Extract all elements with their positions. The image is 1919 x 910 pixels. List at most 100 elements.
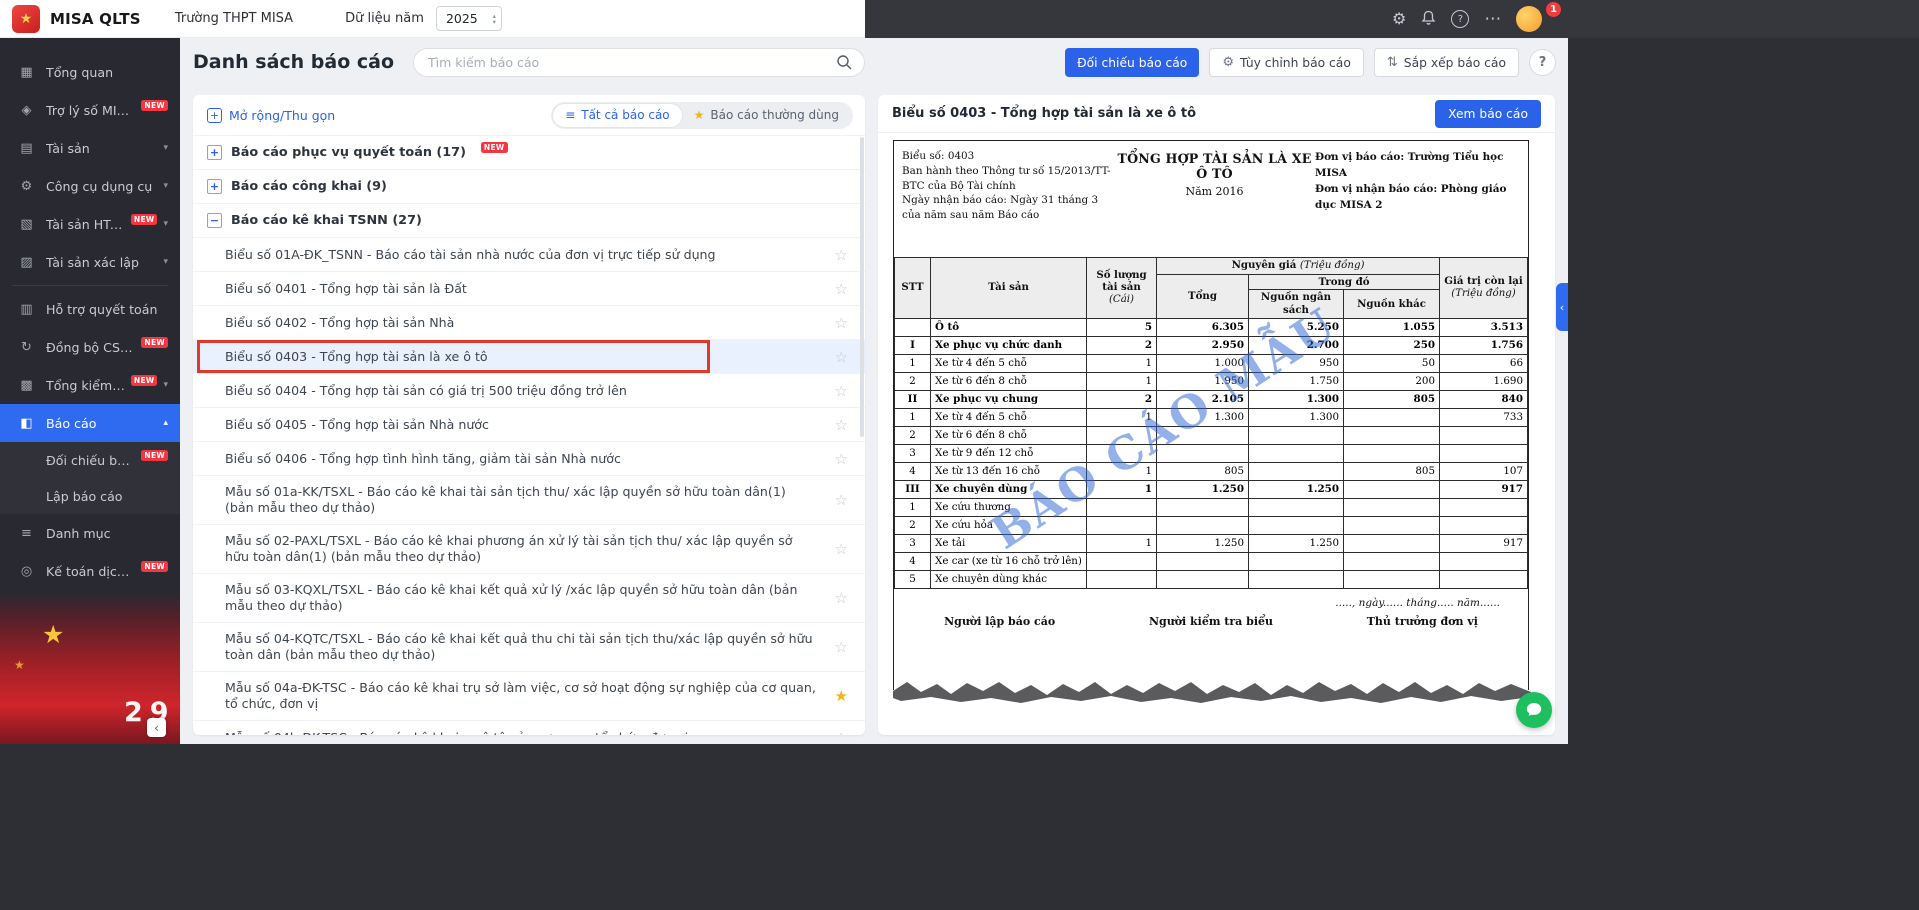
favorite-star-icon[interactable] xyxy=(835,688,848,704)
report-list-item[interactable]: Mẫu số 03-KQXL/TSXL - Báo cáo kê khai kế… xyxy=(193,573,865,622)
favorite-star-icon[interactable] xyxy=(835,383,848,399)
user-avatar[interactable] xyxy=(1516,6,1542,32)
search-icon[interactable] xyxy=(836,54,853,75)
help-icon[interactable] xyxy=(1451,10,1469,28)
header-actions: Đối chiếu báo cáo Tùy chỉnh báo cáo Sắp … xyxy=(1065,48,1556,77)
favorite-star-icon[interactable] xyxy=(835,451,848,467)
sidebar-subitem-lap-bao-cao[interactable]: Lập báo cáo xyxy=(0,478,180,514)
expand-collapse-toggle[interactable]: Mở rộng/Thu gọn xyxy=(207,108,335,123)
sidebar-item-tai-san-xac-lap[interactable]: Tài sản xác lập xyxy=(0,243,180,281)
favorite-star-icon[interactable] xyxy=(835,417,848,433)
favorite-star-icon[interactable] xyxy=(835,730,848,736)
sidebar-item-bao-cao[interactable]: Báo cáo xyxy=(0,404,180,442)
report-header: Biểu số: 0403 Ban hành theo Thông tư số … xyxy=(894,141,1528,223)
report-list-item[interactable]: Mẫu số 04-KQTC/TSXL - Báo cáo kê khai kế… xyxy=(193,622,865,671)
favorite-star-icon[interactable] xyxy=(835,281,848,297)
report-submenu: Đối chiếu báo cáo NEW Lập báo cáo xyxy=(0,442,180,514)
sidebar-item-tong-kiem-ke[interactable]: Tổng kiểm kê NEW xyxy=(0,366,180,404)
search-input[interactable] xyxy=(413,48,865,77)
report-list-item[interactable]: Biểu số 0403 - Tổng hợp tài sản là xe ô … xyxy=(193,339,865,373)
sidebar-item-label: Đối chiếu báo cáo xyxy=(46,453,135,468)
view-report-button[interactable]: Xem báo cáo xyxy=(1435,100,1541,128)
cell-asset: Xe chuyên dùng xyxy=(931,480,1087,498)
cell-remaining-value xyxy=(1440,552,1528,570)
year-selector[interactable]: 2025 xyxy=(436,6,502,31)
favorite-star-icon[interactable] xyxy=(835,315,848,331)
cell-quantity xyxy=(1087,444,1157,462)
expand-plus-icon[interactable] xyxy=(207,145,222,160)
cell-other-source xyxy=(1344,480,1440,498)
favorite-star-icon[interactable] xyxy=(835,349,848,365)
sidebar-item-ke-toan-dich-vu[interactable]: Kế toán dịch vụ NEW xyxy=(0,552,180,590)
report-list-item[interactable]: Mẫu số 04a-ĐK-TSC - Báo cáo kê khai trụ … xyxy=(193,671,865,720)
report-list-item[interactable]: Mẫu số 01a-KK/TSXL - Báo cáo kê khai tài… xyxy=(193,475,865,524)
panel-collapse-handle[interactable] xyxy=(1556,283,1568,331)
report-table-row: 2 Xe từ 6 đến 8 chỗ xyxy=(895,426,1528,444)
report-table-row: 3 Xe tải 1 1.250 1.250 917 xyxy=(895,534,1528,552)
group-label: Báo cáo công khai (9) xyxy=(231,179,387,194)
misa-logo[interactable] xyxy=(12,5,40,33)
sidebar-item-cong-cu-dung-cu[interactable]: Công cụ dụng cụ xyxy=(0,167,180,205)
report-list-item[interactable]: Mẫu số 02-PAXL/TSXL - Báo cáo kê khai ph… xyxy=(193,524,865,573)
more-options-icon[interactable] xyxy=(1484,11,1501,28)
customize-reports-button[interactable]: Tùy chỉnh báo cáo xyxy=(1209,48,1364,77)
sidebar-item-danh-muc[interactable]: Danh mục xyxy=(0,514,180,552)
sidebar-item-ho-tro-quyet-toan[interactable]: Hỗ trợ quyết toán xyxy=(0,290,180,328)
scrollbar-thumb[interactable] xyxy=(860,137,864,437)
report-list-item-label: Mẫu số 02-PAXL/TSXL - Báo cáo kê khai ph… xyxy=(225,533,817,565)
header-principal: Nguyên giá (Triệu đồng) xyxy=(1157,257,1440,274)
favorite-star-icon[interactable] xyxy=(835,639,848,655)
report-list-item[interactable]: Biểu số 0406 - Tổng hợp tình hình tăng, … xyxy=(193,441,865,475)
sort-reports-button[interactable]: Sắp xếp báo cáo xyxy=(1374,48,1519,77)
favorite-star-icon[interactable] xyxy=(835,492,848,508)
sidebar-item-tro-ly-ava[interactable]: Trợ lý số MISA AVA NEW xyxy=(0,91,180,129)
report-list-item[interactable]: Biểu số 01A-ĐK_TSNN - Báo cáo tài sản nh… xyxy=(193,237,865,271)
tab-all-reports[interactable]: Tất cả báo cáo xyxy=(553,104,681,127)
report-list-item[interactable]: Biểu số 0401 - Tổng hợp tài sản là Đất xyxy=(193,271,865,305)
favorite-star-icon[interactable] xyxy=(835,590,848,606)
year-spinner-icon[interactable] xyxy=(493,13,496,25)
header-other-source: Nguồn khác xyxy=(1344,290,1440,319)
inventory-icon xyxy=(18,378,35,393)
report-group-cong-khai[interactable]: Báo cáo công khai (9) xyxy=(193,169,865,203)
organization-name: Trường THPT MISA xyxy=(175,11,293,26)
report-list-item[interactable]: Biểu số 0402 - Tổng hợp tài sản Nhà xyxy=(193,305,865,339)
chat-support-button[interactable] xyxy=(1516,692,1552,728)
report-list-item[interactable]: Mẫu số 04b-ĐK-TSC - Báo cáo kê khai xe ô… xyxy=(193,720,865,735)
sidebar-item-dong-bo-csdl-tsc[interactable]: Đồng bộ CSDL TSC NEW xyxy=(0,328,180,366)
sidebar-item-tai-san-ht-cns[interactable]: Tài sản HT-CNS NEW xyxy=(0,205,180,243)
sidebar-item-tong-quan[interactable]: Tổng quan xyxy=(0,53,180,91)
sidebar-collapse-button[interactable] xyxy=(147,718,166,737)
cell-asset: Ô tô xyxy=(931,318,1087,336)
cell-total: 6.305 xyxy=(1157,318,1249,336)
favorite-star-icon[interactable] xyxy=(835,247,848,263)
report-group-ke-khai-tsnn[interactable]: Báo cáo kê khai TSNN (27) xyxy=(193,203,865,237)
tab-favorite-reports[interactable]: Báo cáo thường dùng xyxy=(682,104,851,127)
cell-total: 805 xyxy=(1157,462,1249,480)
report-list-panel: Mở rộng/Thu gọn Tất cả báo cáo Báo cáo t… xyxy=(193,95,865,735)
tab-all-label: Tất cả báo cáo xyxy=(581,108,669,122)
compare-reports-button[interactable]: Đối chiếu báo cáo xyxy=(1065,48,1199,77)
report-list-item[interactable]: Biểu số 0404 - Tổng hợp tài sản có giá t… xyxy=(193,373,865,407)
report-list-item[interactable]: Biểu số 0405 - Tổng hợp tài sản Nhà nước xyxy=(193,407,865,441)
report-paper: Biểu số: 0403 Ban hành theo Thông tư số … xyxy=(893,140,1529,690)
cell-remaining-value: 1.756 xyxy=(1440,336,1528,354)
preview-header: Biểu số 0403 - Tổng hợp tài sản là xe ô … xyxy=(878,95,1555,133)
sidebar-item-label: Tài sản xác lập xyxy=(46,255,139,270)
cell-total: 2.105 xyxy=(1157,390,1249,408)
favorite-star-icon[interactable] xyxy=(835,541,848,557)
collapse-minus-icon[interactable] xyxy=(207,213,222,228)
sidebar-item-label: Hỗ trợ quyết toán xyxy=(46,302,157,317)
settings-icon[interactable] xyxy=(1392,11,1406,27)
gear-icon xyxy=(1222,56,1234,69)
cell-quantity xyxy=(1087,516,1157,534)
header-asset: Tài sản xyxy=(931,257,1087,318)
notifications-bell-icon[interactable] xyxy=(1421,10,1436,29)
sidebar-subitem-doi-chieu-bao-cao[interactable]: Đối chiếu báo cáo NEW xyxy=(0,442,180,478)
help-button[interactable] xyxy=(1529,49,1556,76)
report-group-quyet-toan[interactable]: Báo cáo phục vụ quyết toán (17) NEW xyxy=(193,135,865,169)
sidebar-item-tai-san[interactable]: Tài sản xyxy=(0,129,180,167)
expand-plus-icon[interactable] xyxy=(207,179,222,194)
screen: MISA QLTS Trường THPT MISA Dữ liệu năm 2… xyxy=(0,0,1919,910)
chat-bubble-icon xyxy=(1525,701,1543,719)
